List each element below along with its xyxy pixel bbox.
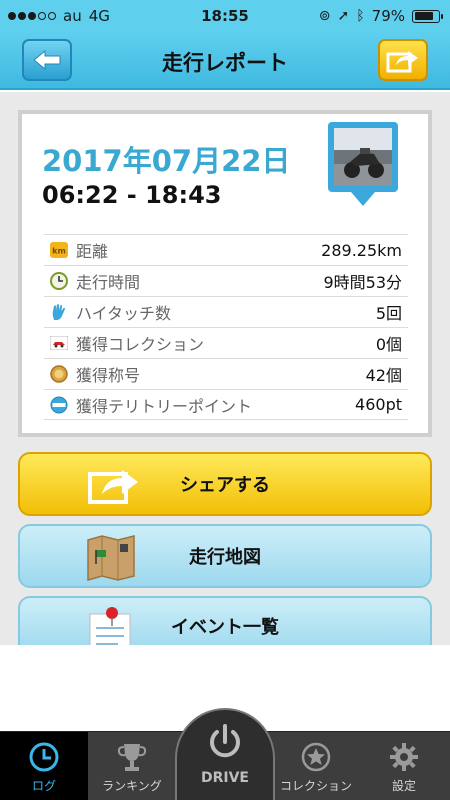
map-icon: [86, 534, 136, 587]
photo-pin[interactable]: [328, 122, 398, 210]
stat-row-titles: 獲得称号 42個: [44, 358, 408, 389]
drive-label: DRIVE: [200, 770, 249, 786]
tab-log[interactable]: ログ: [0, 732, 88, 800]
orientation-lock-icon: ⊚: [318, 8, 331, 24]
drive-map-button[interactable]: 走行地図: [18, 524, 432, 588]
tab-settings[interactable]: 設定: [360, 732, 448, 800]
stat-value: 5回: [375, 304, 402, 323]
stat-value: 42個: [365, 366, 402, 385]
tab-ranking-label: ランキング: [102, 779, 162, 793]
drive-button[interactable]: DRIVE: [175, 708, 275, 800]
stat-row-collection: 獲得コレクション 0個: [44, 327, 408, 358]
share-icon: [386, 51, 418, 73]
km-icon: km: [50, 241, 68, 259]
report-time-range: 06:22 - 18:43: [42, 181, 222, 209]
stat-row-drive-time: 走行時間 9時間53分: [44, 265, 408, 296]
power-icon: [205, 722, 245, 766]
tab-settings-label: 設定: [391, 779, 416, 793]
share-button-label: シェアする: [180, 475, 270, 496]
report-content[interactable]: 2017年07月22日 06:22 - 18:43 km 距離 289.25km…: [0, 92, 450, 645]
clock-icon: [28, 740, 60, 774]
status-bar: au 4G 18:55 ⊚ ➚ ᛒ 79%: [0, 0, 450, 32]
report-card: 2017年07月22日 06:22 - 18:43 km 距離 289.25km…: [18, 110, 432, 437]
stat-row-territory: 獲得テリトリーポイント 460pt: [44, 389, 408, 420]
bluetooth-icon: ᛒ: [356, 8, 365, 24]
share-icon: [86, 462, 142, 511]
battery-percent: 79%: [371, 7, 405, 25]
stat-label: 距離: [76, 242, 109, 261]
stat-label: 獲得コレクション: [76, 335, 205, 354]
star-circle-icon: [300, 740, 332, 774]
status-right: ⊚ ➚ ᛒ 79%: [318, 7, 443, 25]
share-header-button[interactable]: [378, 39, 428, 81]
drive-map-label: 走行地図: [189, 547, 261, 568]
clock-icon: [50, 272, 68, 290]
car-card-icon: [50, 334, 68, 352]
stat-label: ハイタッチ数: [76, 304, 172, 323]
location-icon: ➚: [337, 8, 350, 24]
event-list-button[interactable]: イベント一覧: [18, 596, 432, 645]
stat-label: 走行時間: [76, 273, 141, 292]
stat-value: 289.25km: [321, 240, 402, 260]
stat-value: 9時間53分: [323, 273, 402, 292]
stat-value: 0個: [375, 335, 402, 354]
memo-pin-icon: [86, 606, 136, 645]
svg-text:km: km: [52, 247, 66, 256]
share-button[interactable]: シェアする: [18, 452, 432, 516]
event-list-label: イベント一覧: [171, 617, 279, 638]
tab-ranking[interactable]: ランキング: [88, 732, 176, 800]
stat-row-high-touch: ハイタッチ数 5回: [44, 296, 408, 327]
stat-label: 獲得テリトリーポイント: [76, 396, 253, 416]
motorcycle-photo: [334, 128, 392, 186]
trophy-icon: [116, 740, 148, 774]
tab-collection-label: コレクション: [279, 779, 352, 793]
gear-icon: [388, 740, 420, 774]
tab-log-label: ログ: [31, 779, 56, 793]
stat-label: 獲得称号: [76, 366, 141, 385]
stat-value: 460pt: [355, 395, 402, 414]
battery-icon: [412, 9, 443, 23]
nav-bar: 走行レポート: [0, 32, 450, 90]
tab-collection[interactable]: コレクション: [272, 732, 360, 800]
stats-list: km 距離 289.25km 走行時間 9時間53分 ハイタッチ数 5回 獲得コ…: [44, 234, 408, 420]
spot-icon: [50, 396, 68, 414]
stat-row-distance: km 距離 289.25km: [44, 234, 408, 265]
hand-icon: [50, 303, 68, 321]
medal-icon: [50, 365, 68, 383]
report-date: 2017年07月22日: [42, 144, 291, 178]
